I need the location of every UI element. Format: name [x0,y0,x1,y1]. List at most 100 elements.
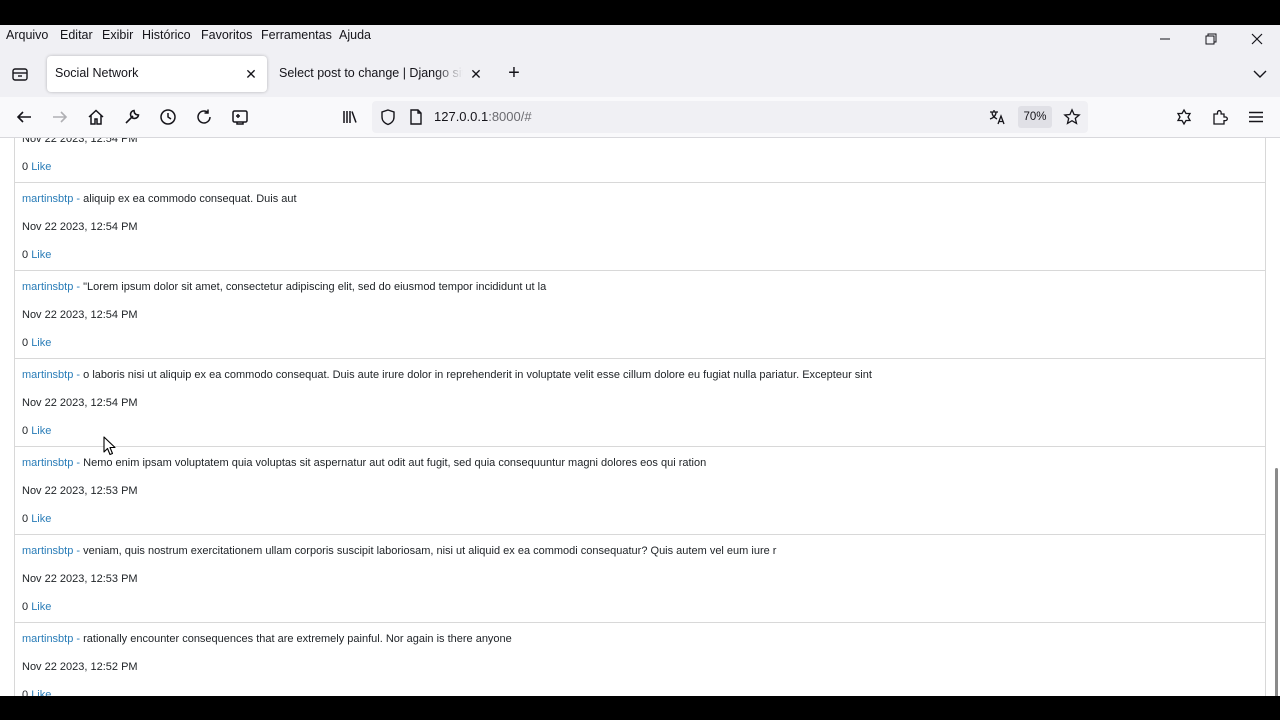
translate-icon[interactable] [987,107,1007,127]
hamburger-menu-icon[interactable] [1246,107,1266,127]
like-link[interactable]: Like [31,249,51,261]
author-separator: - [73,281,84,293]
like-count: 0 [22,601,29,613]
menu-historico[interactable]: Histórico [142,28,191,42]
like-link[interactable]: Like [31,601,51,613]
browser-window: Arquivo Editar Exibir Histórico Favorito… [0,25,1280,696]
like-count: 0 [22,161,29,173]
post-date: Nov 22 2023, 12:54 PM [22,397,138,409]
post-text: veniam, quis nostrum exercitationem ulla… [83,545,777,557]
url-host: 127.0.0.1 [434,109,489,124]
close-window-icon[interactable] [1249,31,1265,47]
post-date: Nov 22 2023, 12:52 PM [22,661,138,673]
minimize-icon[interactable] [1157,31,1173,47]
post-header: martinsbtp - Nemo enim ipsam voluptatem … [22,457,706,469]
post-date: Nov 22 2023, 12:53 PM [22,485,138,497]
post-header: martinsbtp - aliquip ex ea commodo conse… [22,193,297,205]
url-bar[interactable]: 127.0.0.1:8000/# 70% [372,101,1088,133]
post-item: martinsbtp - "Lorem ipsum dolor sit amet… [14,271,1266,359]
post-author-link[interactable]: martinsbtp [22,369,73,381]
forward-icon[interactable] [50,107,70,127]
post-author-link[interactable]: martinsbtp [22,545,73,557]
menu-ferramentas[interactable]: Ferramentas [261,28,332,42]
post-item: martinsbtp - o laboris nisi ut aliquip e… [14,359,1266,447]
tab-list-icon[interactable] [10,64,30,84]
post-text: Nemo enim ipsam voluptatem quia voluptas… [83,457,707,469]
reload-icon[interactable] [194,107,214,127]
like-link[interactable]: Like [31,689,51,696]
post-likes: 0 Like [22,337,51,349]
new-tab-plus-icon[interactable]: + [504,63,524,84]
post-likes: 0 Like [22,601,51,613]
bookmark-star-icon[interactable] [1062,107,1082,127]
tab-bar: Social Network ✕ Select post to change |… [0,52,1280,94]
post-header: martinsbtp - rationally encounter conseq… [22,633,512,645]
post-item: Nov 22 2023, 12:54 PM 0 Like [14,138,1266,183]
post-item: martinsbtp - rationally encounter conseq… [14,623,1266,696]
post-date: Nov 22 2023, 12:54 PM [22,138,138,145]
tab-social-network[interactable]: Social Network ✕ [47,56,267,92]
post-date: Nov 22 2023, 12:53 PM [22,573,138,585]
back-icon[interactable] [14,107,34,127]
menu-bar: Arquivo Editar Exibir Histórico Favorito… [0,25,1280,47]
close-icon[interactable]: ✕ [467,65,485,83]
post-author-link[interactable]: martinsbtp [22,457,73,469]
post-author-link[interactable]: martinsbtp [22,193,73,205]
close-icon[interactable]: ✕ [242,65,260,83]
tab-title: Select post to change | Django site admi… [279,66,463,80]
post-header: martinsbtp - "Lorem ipsum dolor sit amet… [22,281,546,293]
like-link[interactable]: Like [31,513,51,525]
post-likes: 0 Like [22,689,51,696]
save-to-pocket-icon[interactable] [1174,107,1194,127]
menu-exibir[interactable]: Exibir [102,28,133,42]
post-likes: 0 Like [22,425,51,437]
menu-favoritos[interactable]: Favoritos [201,28,252,42]
post-feed: Nov 22 2023, 12:54 PM 0 Like martinsbtp - … [14,138,1266,696]
menu-editar[interactable]: Editar [60,28,93,42]
history-clock-icon[interactable] [158,107,178,127]
post-text: o laboris nisi ut aliquip ex ea commodo … [83,369,872,381]
url-text[interactable]: 127.0.0.1:8000/# [434,109,532,124]
page-info-icon[interactable] [406,107,426,127]
like-count: 0 [22,337,29,349]
like-link[interactable]: Like [31,161,51,173]
post-item: martinsbtp - aliquip ex ea commodo conse… [14,183,1266,271]
author-separator: - [73,545,84,557]
author-separator: - [73,633,84,645]
post-likes: 0 Like [22,249,51,261]
menu-arquivo[interactable]: Arquivo [6,28,48,42]
post-date: Nov 22 2023, 12:54 PM [22,309,138,321]
tab-django-admin[interactable]: Select post to change | Django site admi… [270,56,490,92]
author-separator: - [73,193,84,205]
home-icon[interactable] [86,107,106,127]
extensions-icon[interactable] [1210,107,1230,127]
zoom-level-badge[interactable]: 70% [1018,106,1052,128]
nav-toolbar: 127.0.0.1:8000/# 70% [0,97,1280,138]
post-likes: 0 Like [22,161,51,173]
chevron-down-icon[interactable] [1250,64,1270,84]
library-icon[interactable] [340,107,360,127]
vertical-scrollbar[interactable] [1275,468,1278,696]
like-count: 0 [22,513,29,525]
page-content: Nov 22 2023, 12:54 PM 0 Like martinsbtp - … [0,138,1280,696]
tab-title: Social Network [55,66,139,80]
like-link[interactable]: Like [31,425,51,437]
like-count: 0 [22,249,29,261]
restore-icon[interactable] [1203,31,1219,47]
wrench-icon[interactable] [122,107,142,127]
like-link[interactable]: Like [31,337,51,349]
post-date: Nov 22 2023, 12:54 PM [22,221,138,233]
post-item: martinsbtp - veniam, quis nostrum exerci… [14,535,1266,623]
screenshot-icon[interactable] [230,107,250,127]
post-text: aliquip ex ea commodo consequat. Duis au… [83,193,297,205]
like-count: 0 [22,689,29,696]
post-header: martinsbtp - o laboris nisi ut aliquip e… [22,369,872,381]
shield-icon[interactable] [378,107,398,127]
post-header: martinsbtp - veniam, quis nostrum exerci… [22,545,776,557]
post-author-link[interactable]: martinsbtp [22,633,73,645]
post-item: martinsbtp - Nemo enim ipsam voluptatem … [14,447,1266,535]
post-author-link[interactable]: martinsbtp [22,281,73,293]
url-path: :8000/# [488,109,532,124]
menu-ajuda[interactable]: Ajuda [339,28,371,42]
author-separator: - [73,369,84,381]
